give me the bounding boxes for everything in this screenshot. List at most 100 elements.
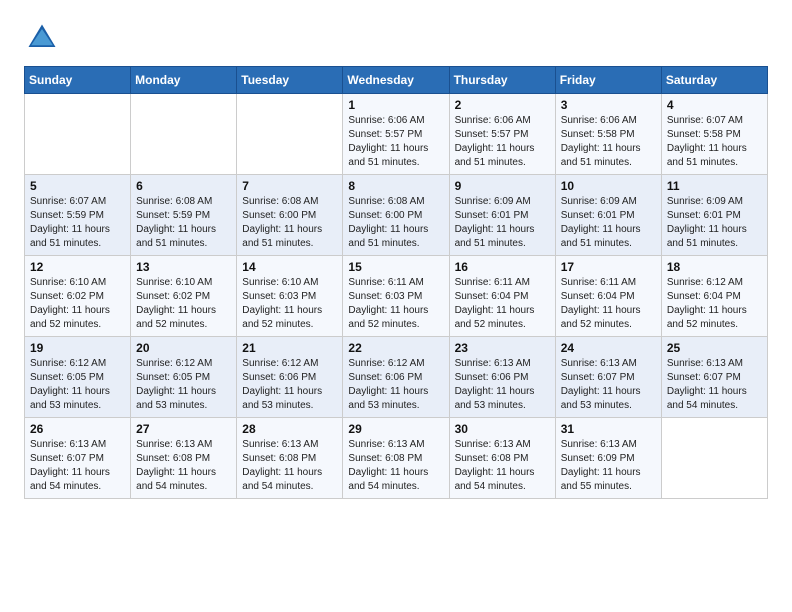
day-number: 29 [348, 422, 443, 436]
day-info: Sunrise: 6:09 AM Sunset: 6:01 PM Dayligh… [455, 195, 550, 251]
calendar-cell: 17 Sunrise: 6:11 AM Sunset: 6:04 PM Dayli… [555, 256, 661, 337]
day-info: Sunrise: 6:11 AM Sunset: 6:03 PM Dayligh… [348, 276, 443, 332]
day-number: 11 [667, 179, 762, 193]
calendar-cell: 2 Sunrise: 6:06 AM Sunset: 5:57 PM Daylig… [449, 94, 555, 175]
weekday-header: Wednesday [343, 67, 449, 94]
calendar-week-row: 5 Sunrise: 6:07 AM Sunset: 5:59 PM Daylig… [25, 175, 768, 256]
calendar-cell: 3 Sunrise: 6:06 AM Sunset: 5:58 PM Daylig… [555, 94, 661, 175]
day-number: 20 [136, 341, 231, 355]
calendar-cell: 16 Sunrise: 6:11 AM Sunset: 6:04 PM Dayli… [449, 256, 555, 337]
day-number: 13 [136, 260, 231, 274]
day-info: Sunrise: 6:13 AM Sunset: 6:08 PM Dayligh… [455, 438, 550, 494]
calendar-cell: 9Sunrise: 6:09 AM Sunset: 6:01 PM Daylig… [449, 175, 555, 256]
day-info: Sunrise: 6:08 AM Sunset: 6:00 PM Dayligh… [242, 195, 337, 251]
weekday-header: Tuesday [237, 67, 343, 94]
day-info: Sunrise: 6:07 AM Sunset: 5:59 PM Dayligh… [30, 195, 125, 251]
calendar-cell: 8 Sunrise: 6:08 AM Sunset: 6:00 PM Daylig… [343, 175, 449, 256]
weekday-header: Thursday [449, 67, 555, 94]
day-number: 2 [455, 98, 550, 112]
calendar-cell: 12 Sunrise: 6:10 AM Sunset: 6:02 PM Dayli… [25, 256, 131, 337]
calendar-cell: 1Sunrise: 6:06 AM Sunset: 5:57 PM Daylig… [343, 94, 449, 175]
day-info: Sunrise: 6:13 AM Sunset: 6:07 PM Dayligh… [667, 357, 762, 413]
day-number: 22 [348, 341, 443, 355]
calendar-week-row: 19 Sunrise: 6:12 AM Sunset: 6:05 PM Dayli… [25, 337, 768, 418]
day-number: 25 [667, 341, 762, 355]
day-number: 16 [455, 260, 550, 274]
calendar-cell: 10 Sunrise: 6:09 AM Sunset: 6:01 PM Dayli… [555, 175, 661, 256]
day-info: Sunrise: 6:11 AM Sunset: 6:04 PM Dayligh… [561, 276, 656, 332]
calendar-cell: 7 Sunrise: 6:08 AM Sunset: 6:00 PM Daylig… [237, 175, 343, 256]
day-number: 5 [30, 179, 125, 193]
calendar-cell: 27 Sunrise: 6:13 AM Sunset: 6:08 PM Dayli… [131, 418, 237, 499]
day-number: 27 [136, 422, 231, 436]
day-info: Sunrise: 6:12 AM Sunset: 6:04 PM Dayligh… [667, 276, 762, 332]
calendar-cell: 6 Sunrise: 6:08 AM Sunset: 5:59 PM Daylig… [131, 175, 237, 256]
calendar-cell [661, 418, 767, 499]
day-number: 7 [242, 179, 337, 193]
calendar-cell: 5 Sunrise: 6:07 AM Sunset: 5:59 PM Daylig… [25, 175, 131, 256]
day-info: Sunrise: 6:10 AM Sunset: 6:02 PM Dayligh… [136, 276, 231, 332]
weekday-header: Saturday [661, 67, 767, 94]
day-info: Sunrise: 6:13 AM Sunset: 6:08 PM Dayligh… [136, 438, 231, 494]
day-number: 26 [30, 422, 125, 436]
day-info: Sunrise: 6:12 AM Sunset: 6:06 PM Dayligh… [242, 357, 337, 413]
day-number: 4 [667, 98, 762, 112]
logo-icon [24, 20, 60, 56]
day-info: Sunrise: 6:07 AM Sunset: 5:58 PM Dayligh… [667, 114, 762, 170]
calendar-cell: 29Sunrise: 6:13 AM Sunset: 6:08 PM Dayli… [343, 418, 449, 499]
weekday-header: Monday [131, 67, 237, 94]
weekday-header-row: SundayMondayTuesdayWednesdayThursdayFrid… [25, 67, 768, 94]
day-number: 23 [455, 341, 550, 355]
calendar-cell [25, 94, 131, 175]
day-info: Sunrise: 6:13 AM Sunset: 6:07 PM Dayligh… [561, 357, 656, 413]
calendar-cell: 19 Sunrise: 6:12 AM Sunset: 6:05 PM Dayli… [25, 337, 131, 418]
day-info: Sunrise: 6:06 AM Sunset: 5:57 PM Dayligh… [455, 114, 550, 170]
calendar-cell: 20 Sunrise: 6:12 AM Sunset: 6:05 PM Dayli… [131, 337, 237, 418]
calendar-cell: 24Sunrise: 6:13 AM Sunset: 6:07 PM Dayli… [555, 337, 661, 418]
calendar-week-row: 12 Sunrise: 6:10 AM Sunset: 6:02 PM Dayli… [25, 256, 768, 337]
calendar-cell [131, 94, 237, 175]
day-number: 8 [348, 179, 443, 193]
day-number: 21 [242, 341, 337, 355]
day-number: 19 [30, 341, 125, 355]
day-number: 10 [561, 179, 656, 193]
day-info: Sunrise: 6:09 AM Sunset: 6:01 PM Dayligh… [667, 195, 762, 251]
calendar-week-row: 1Sunrise: 6:06 AM Sunset: 5:57 PM Daylig… [25, 94, 768, 175]
day-number: 17 [561, 260, 656, 274]
calendar-cell: 21 Sunrise: 6:12 AM Sunset: 6:06 PM Dayli… [237, 337, 343, 418]
day-number: 31 [561, 422, 656, 436]
calendar-cell: 18Sunrise: 6:12 AM Sunset: 6:04 PM Dayli… [661, 256, 767, 337]
header [24, 20, 768, 56]
day-info: Sunrise: 6:06 AM Sunset: 5:57 PM Dayligh… [348, 114, 443, 170]
day-info: Sunrise: 6:13 AM Sunset: 6:09 PM Dayligh… [561, 438, 656, 494]
day-info: Sunrise: 6:09 AM Sunset: 6:01 PM Dayligh… [561, 195, 656, 251]
day-number: 12 [30, 260, 125, 274]
day-info: Sunrise: 6:12 AM Sunset: 6:05 PM Dayligh… [136, 357, 231, 413]
day-info: Sunrise: 6:12 AM Sunset: 6:05 PM Dayligh… [30, 357, 125, 413]
day-info: Sunrise: 6:08 AM Sunset: 6:00 PM Dayligh… [348, 195, 443, 251]
day-info: Sunrise: 6:12 AM Sunset: 6:06 PM Dayligh… [348, 357, 443, 413]
day-number: 6 [136, 179, 231, 193]
weekday-header: Sunday [25, 67, 131, 94]
calendar-cell: 31 Sunrise: 6:13 AM Sunset: 6:09 PM Dayli… [555, 418, 661, 499]
day-number: 14 [242, 260, 337, 274]
calendar-cell: 28 Sunrise: 6:13 AM Sunset: 6:08 PM Dayli… [237, 418, 343, 499]
calendar-cell: 4 Sunrise: 6:07 AM Sunset: 5:58 PM Daylig… [661, 94, 767, 175]
day-number: 3 [561, 98, 656, 112]
day-info: Sunrise: 6:11 AM Sunset: 6:04 PM Dayligh… [455, 276, 550, 332]
calendar-cell: 25 Sunrise: 6:13 AM Sunset: 6:07 PM Dayli… [661, 337, 767, 418]
day-info: Sunrise: 6:13 AM Sunset: 6:08 PM Dayligh… [242, 438, 337, 494]
day-info: Sunrise: 6:10 AM Sunset: 6:02 PM Dayligh… [30, 276, 125, 332]
day-info: Sunrise: 6:08 AM Sunset: 5:59 PM Dayligh… [136, 195, 231, 251]
day-number: 28 [242, 422, 337, 436]
day-number: 15 [348, 260, 443, 274]
calendar-cell: 11 Sunrise: 6:09 AM Sunset: 6:01 PM Dayli… [661, 175, 767, 256]
day-info: Sunrise: 6:06 AM Sunset: 5:58 PM Dayligh… [561, 114, 656, 170]
calendar-week-row: 26Sunrise: 6:13 AM Sunset: 6:07 PM Dayli… [25, 418, 768, 499]
calendar-cell: 14Sunrise: 6:10 AM Sunset: 6:03 PM Dayli… [237, 256, 343, 337]
day-number: 30 [455, 422, 550, 436]
calendar-cell [237, 94, 343, 175]
calendar-cell: 22 Sunrise: 6:12 AM Sunset: 6:06 PM Dayli… [343, 337, 449, 418]
calendar-cell: 26Sunrise: 6:13 AM Sunset: 6:07 PM Dayli… [25, 418, 131, 499]
calendar-cell: 30 Sunrise: 6:13 AM Sunset: 6:08 PM Dayli… [449, 418, 555, 499]
